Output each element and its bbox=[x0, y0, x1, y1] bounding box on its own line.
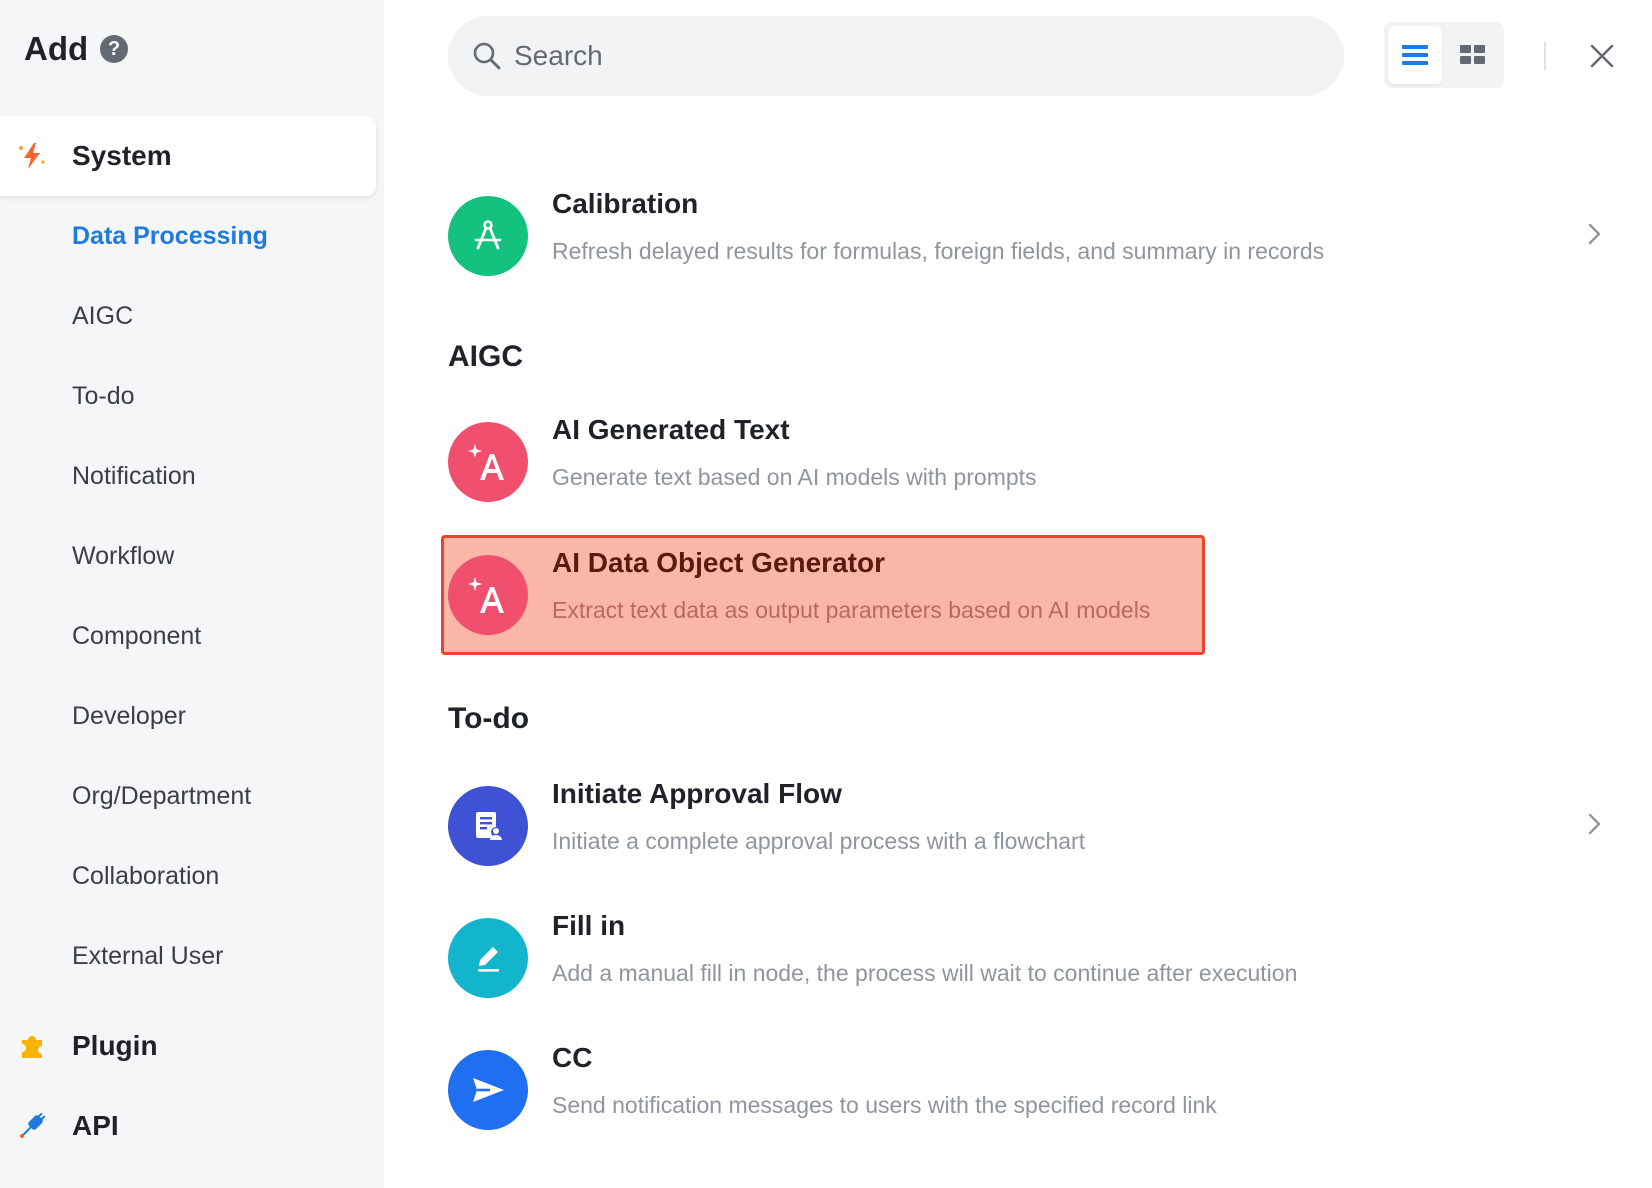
approval-doc-icon bbox=[476, 812, 502, 840]
sidebar-category-label: Plugin bbox=[72, 1030, 158, 1061]
sidebar-item-aigc[interactable]: AIGC bbox=[72, 302, 133, 331]
node-title: AI Data Object Generator bbox=[552, 547, 885, 578]
plug-icon bbox=[20, 1112, 46, 1138]
compass-icon bbox=[474, 220, 502, 250]
sidebar-category-system[interactable]: System bbox=[0, 116, 376, 196]
icon-circle bbox=[448, 786, 528, 866]
icon-circle bbox=[448, 196, 528, 276]
search-icon bbox=[473, 42, 501, 70]
send-icon bbox=[473, 1078, 504, 1102]
node-description: Refresh delayed results for formulas, fo… bbox=[552, 238, 1325, 264]
section-title-aigc: AIGC bbox=[448, 340, 523, 373]
sidebar-item-component[interactable]: Component bbox=[72, 622, 201, 651]
sidebar-item-workflow[interactable]: Workflow bbox=[72, 542, 174, 571]
section-title-to-do: To-do bbox=[448, 702, 530, 735]
list-view-icon bbox=[1402, 45, 1428, 65]
node-description: Send notification messages to users with… bbox=[552, 1092, 1217, 1118]
sidebar-item-developer[interactable]: Developer bbox=[72, 702, 186, 731]
sidebar-category-plugin[interactable]: Plugin bbox=[0, 1006, 376, 1086]
node-title: Calibration bbox=[552, 188, 699, 219]
question-icon[interactable]: ? bbox=[100, 35, 129, 63]
node-description: Extract text data as output parameters b… bbox=[552, 597, 1151, 623]
grid-view-button[interactable] bbox=[1446, 26, 1500, 84]
ai-text-icon bbox=[468, 444, 504, 480]
panel-title: Add bbox=[24, 30, 89, 67]
toolbar-divider bbox=[1544, 42, 1546, 70]
node-title: AI Generated Text bbox=[552, 414, 790, 445]
icon-circle bbox=[448, 422, 528, 502]
grid-view-icon bbox=[1460, 45, 1485, 64]
sidebar-category-label: System bbox=[72, 140, 172, 171]
sidebar-item-collaboration[interactable]: Collaboration bbox=[72, 862, 219, 891]
sidebar-category-api[interactable]: API bbox=[0, 1086, 376, 1166]
sidebar-item-external-user[interactable]: External User bbox=[72, 942, 223, 971]
node-item-initiate-approval-flow[interactable]: Initiate Approval Flow Initiate a comple… bbox=[448, 776, 1608, 876]
node-item-fill-in[interactable]: Fill in Add a manual fill in node, the p… bbox=[448, 908, 1608, 1008]
search-input[interactable] bbox=[514, 40, 1294, 72]
panel-header: Add ? bbox=[24, 30, 129, 68]
chevron-right-icon bbox=[1588, 813, 1601, 835]
add-node-panel: Add ? System Data Processing AIGC To-do … bbox=[0, 0, 1652, 1188]
close-icon[interactable] bbox=[1584, 38, 1620, 74]
icon-circle bbox=[448, 1050, 528, 1130]
node-description: Initiate a complete approval process wit… bbox=[552, 828, 1086, 854]
ai-text-icon bbox=[468, 577, 504, 613]
node-item-ai-generated-text[interactable]: AI Generated Text Generate text based on… bbox=[448, 412, 1608, 512]
sidebar-item-to-do[interactable]: To-do bbox=[72, 382, 135, 411]
sidebar-item-notification[interactable]: Notification bbox=[72, 462, 196, 491]
lightning-icon bbox=[19, 143, 45, 169]
view-toggle bbox=[1384, 22, 1504, 88]
list-view-button[interactable] bbox=[1388, 26, 1442, 84]
node-title: Fill in bbox=[552, 910, 626, 941]
sidebar: Add ? System Data Processing AIGC To-do … bbox=[0, 0, 384, 1188]
icon-circle bbox=[448, 918, 528, 998]
node-item-ai-data-object-generator[interactable]: AI Data Object Generator Extract text da… bbox=[448, 545, 1608, 645]
node-description: Generate text based on AI models with pr… bbox=[552, 464, 1037, 490]
node-item-calibration[interactable]: Calibration Refresh delayed results for … bbox=[448, 186, 1608, 286]
search-box[interactable] bbox=[448, 16, 1344, 96]
sidebar-item-data-processing[interactable]: Data Processing bbox=[72, 222, 268, 251]
node-description: Add a manual fill in node, the process w… bbox=[552, 960, 1298, 986]
chevron-right-icon bbox=[1588, 223, 1601, 245]
icon-circle bbox=[448, 555, 528, 635]
sidebar-item-org-department[interactable]: Org/Department bbox=[72, 782, 251, 811]
pencil-icon bbox=[478, 947, 499, 972]
sidebar-category-label: API bbox=[72, 1110, 119, 1141]
puzzle-icon bbox=[22, 1036, 42, 1058]
node-title: CC bbox=[552, 1042, 593, 1073]
node-title: Initiate Approval Flow bbox=[552, 778, 842, 809]
node-item-cc[interactable]: CC Send notification messages to users w… bbox=[448, 1040, 1608, 1140]
